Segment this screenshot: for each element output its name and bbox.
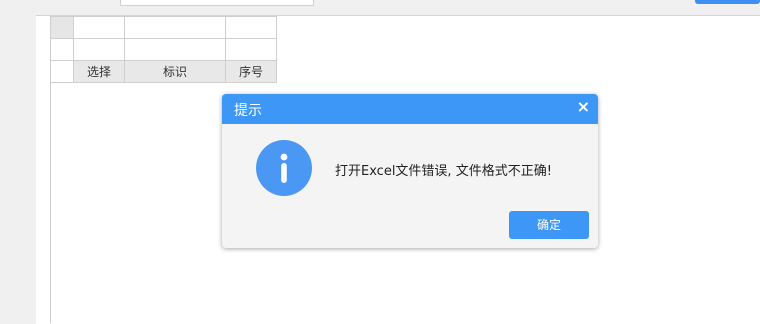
grid-corner-cell[interactable] bbox=[50, 16, 74, 39]
column-header-seq[interactable]: 序号 bbox=[225, 60, 277, 83]
ok-button[interactable]: 确定 bbox=[509, 211, 589, 239]
grid-cell[interactable] bbox=[73, 38, 125, 61]
top-action-button[interactable] bbox=[695, 0, 760, 4]
left-gutter bbox=[0, 15, 36, 323]
dialog-header: 提示 × bbox=[222, 94, 598, 124]
data-grid: 选择 标识 序号 bbox=[50, 16, 277, 83]
grid-cell[interactable] bbox=[225, 38, 277, 61]
top-toolbar bbox=[0, 0, 760, 15]
grid-cell[interactable] bbox=[50, 38, 74, 61]
alert-dialog: 提示 × 打开Excel文件错误, 文件格式不正确! 确定 bbox=[222, 94, 598, 248]
grid-cell[interactable] bbox=[124, 16, 226, 39]
table-row bbox=[50, 16, 277, 39]
grid-cell[interactable] bbox=[73, 16, 125, 39]
table-row bbox=[50, 38, 277, 61]
column-header-select[interactable]: 选择 bbox=[73, 60, 125, 83]
grid-cell[interactable] bbox=[225, 16, 277, 39]
grid-cell[interactable] bbox=[50, 60, 74, 83]
close-icon[interactable]: × bbox=[577, 97, 590, 116]
dialog-title: 提示 bbox=[234, 103, 262, 119]
grid-cell[interactable] bbox=[124, 38, 226, 61]
column-header-id[interactable]: 标识 bbox=[124, 60, 226, 83]
table-header-row: 选择 标识 序号 bbox=[50, 60, 277, 83]
top-input-field[interactable] bbox=[120, 0, 314, 6]
info-icon bbox=[256, 140, 312, 196]
dialog-message: 打开Excel文件错误, 文件格式不正确! bbox=[335, 164, 552, 179]
